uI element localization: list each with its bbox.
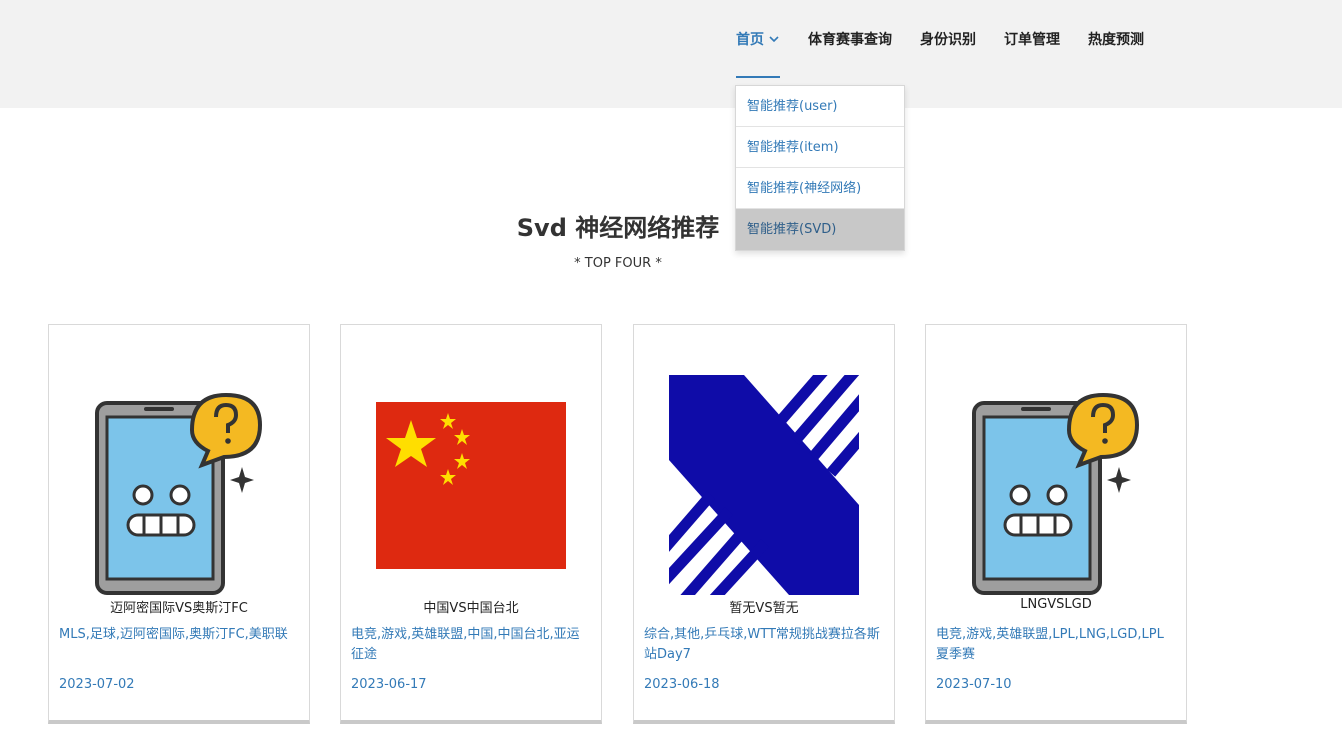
match-tags[interactable]: 电竞,游戏,英雄联盟,LPL,LNG,LGD,LPL夏季赛	[936, 625, 1176, 665]
dropdown-item-neural[interactable]: 智能推荐(神经网络)	[736, 168, 904, 209]
page-title: Svd 神经网络推荐	[516, 214, 720, 242]
match-title: 中国VS中国台北	[423, 601, 519, 616]
chevron-down-icon	[769, 36, 779, 43]
match-date: 2023-06-18	[644, 677, 720, 692]
blue-x-logo	[669, 375, 859, 595]
match-card[interactable]: 中国VS中国台北 电竞,游戏,英雄联盟,中国,中国台北,亚运征途 2023-06…	[340, 324, 602, 724]
nav-heat-forecast[interactable]: 热度预测	[1074, 0, 1158, 78]
nav-orders-label: 订单管理	[1004, 32, 1060, 48]
dropdown-item-item[interactable]: 智能推荐(item)	[736, 127, 904, 168]
robot-question-icon	[95, 392, 263, 595]
china-flag-image	[376, 402, 566, 569]
match-card[interactable]: LNGVSLGD 电竞,游戏,英雄联盟,LPL,LNG,LGD,LPL夏季赛 2…	[925, 324, 1187, 724]
robot-question-icon	[972, 392, 1140, 595]
nav-home[interactable]: 首页	[722, 0, 794, 78]
match-title: 迈阿密国际VS奥斯汀FC	[110, 601, 248, 616]
nav-heat-forecast-label: 热度预测	[1088, 32, 1144, 48]
page-subtitle: * TOP FOUR *	[574, 256, 662, 271]
match-tags[interactable]: 电竞,游戏,英雄联盟,中国,中国台北,亚运征途	[351, 625, 591, 665]
match-tags[interactable]: MLS,足球,迈阿密国际,奥斯汀FC,美职联	[59, 625, 299, 645]
match-tags[interactable]: 综合,其他,乒乓球,WTT常规挑战赛拉各斯站Day7	[644, 625, 884, 665]
nav-identity[interactable]: 身份识别	[906, 0, 990, 78]
nav-orders[interactable]: 订单管理	[990, 0, 1074, 78]
match-date: 2023-07-10	[936, 677, 1012, 692]
nav-sports-query-label: 体育赛事查询	[808, 32, 892, 48]
match-date: 2023-07-02	[59, 677, 135, 692]
match-date: 2023-06-17	[351, 677, 427, 692]
match-card[interactable]: 暂无VS暂无 综合,其他,乒乓球,WTT常规挑战赛拉各斯站Day7 2023-0…	[633, 324, 895, 724]
match-title: 暂无VS暂无	[729, 601, 799, 616]
nav-identity-label: 身份识别	[920, 32, 976, 48]
home-dropdown-menu: 智能推荐(user) 智能推荐(item) 智能推荐(神经网络) 智能推荐(SV…	[735, 85, 905, 251]
dropdown-item-svd[interactable]: 智能推荐(SVD)	[736, 209, 904, 250]
match-card[interactable]: 迈阿密国际VS奥斯汀FC MLS,足球,迈阿密国际,奥斯汀FC,美职联 2023…	[48, 324, 310, 724]
match-title: LNGVSLGD	[1020, 597, 1092, 612]
nav-home-label: 首页	[736, 32, 764, 48]
dropdown-item-user[interactable]: 智能推荐(user)	[736, 86, 904, 127]
nav-sports-query[interactable]: 体育赛事查询	[794, 0, 906, 78]
